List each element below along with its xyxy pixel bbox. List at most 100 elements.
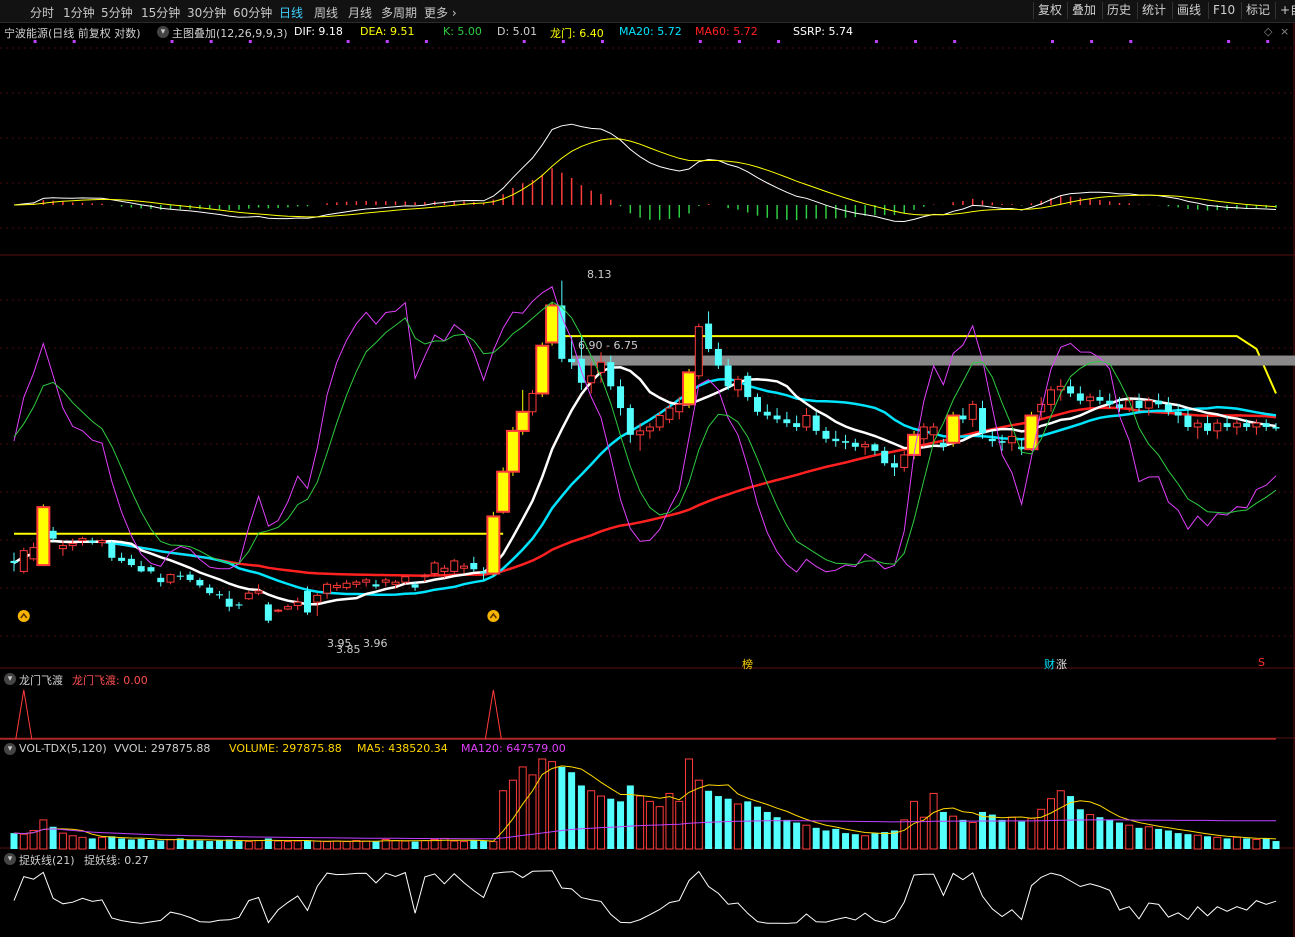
candle-down bbox=[480, 571, 488, 574]
candle-down bbox=[1184, 415, 1192, 428]
volume-bar-down bbox=[206, 841, 214, 849]
candle-down bbox=[881, 450, 889, 464]
volume-bar-down bbox=[1155, 828, 1163, 849]
volume-bar-up bbox=[900, 819, 909, 850]
candle-up bbox=[1232, 422, 1241, 428]
candle-up bbox=[802, 415, 811, 428]
volume-bar-down bbox=[754, 806, 762, 849]
volume-bar-up bbox=[166, 838, 175, 850]
candle-limit-up bbox=[36, 506, 51, 567]
vvol-value: VVOL: 297875.88 bbox=[114, 742, 211, 755]
candle-down bbox=[979, 408, 987, 434]
signal-dot bbox=[170, 40, 174, 43]
candle-down bbox=[988, 438, 996, 442]
candle-down bbox=[754, 397, 762, 412]
candle-down bbox=[607, 362, 615, 387]
volume-bar-up bbox=[1232, 836, 1241, 850]
vol-ma5-value: MA5: 438520.34 bbox=[357, 742, 448, 755]
candle-up bbox=[929, 426, 938, 436]
volume-bar-up bbox=[39, 819, 48, 850]
candle-down bbox=[206, 587, 214, 594]
signal-dot bbox=[561, 40, 565, 43]
volume-bar-down bbox=[744, 801, 752, 849]
candle-down bbox=[558, 305, 566, 359]
candle-up bbox=[460, 565, 469, 569]
candle-down bbox=[108, 542, 116, 558]
volume-bar-down bbox=[303, 840, 311, 849]
candle-down bbox=[626, 408, 634, 435]
candle-down bbox=[832, 438, 840, 442]
kline-chart bbox=[0, 23, 1295, 937]
signal-dot bbox=[1266, 40, 1270, 43]
volume-bar-down bbox=[577, 785, 585, 849]
candle-up bbox=[283, 606, 292, 610]
volume-bar-up bbox=[78, 836, 87, 850]
volume-bar-down bbox=[1135, 827, 1143, 849]
volume-bar-up bbox=[655, 806, 664, 850]
candle-down bbox=[127, 558, 135, 566]
candle-up bbox=[166, 574, 175, 583]
tag-zhang[interactable]: 涨 bbox=[1056, 656, 1067, 672]
volume-bar-up bbox=[1007, 816, 1016, 850]
volume-bar-down bbox=[186, 840, 194, 849]
volume-bar-down bbox=[881, 832, 889, 849]
volume-bar-down bbox=[714, 796, 722, 849]
candle-up bbox=[313, 594, 322, 603]
volume-bar-up bbox=[391, 840, 400, 850]
volume-bar-down bbox=[1204, 836, 1212, 849]
volume-bar-down bbox=[49, 826, 57, 849]
volume-bar-down bbox=[1096, 817, 1104, 849]
volume-bar-down bbox=[724, 798, 732, 849]
candle-down bbox=[705, 323, 713, 349]
volume-bar-up bbox=[98, 836, 107, 850]
volume-bar-up bbox=[274, 840, 283, 850]
candle-down bbox=[744, 375, 752, 398]
volume-bar-down bbox=[225, 839, 233, 849]
volume-bar-up bbox=[244, 841, 253, 850]
candle-up bbox=[587, 375, 596, 384]
volume-bar-up bbox=[489, 841, 498, 850]
volume-bar-up bbox=[68, 835, 77, 850]
low-label-c: 3.85 bbox=[336, 643, 361, 656]
volume-bar-up bbox=[1125, 824, 1134, 850]
candle-up bbox=[381, 579, 390, 583]
volume-bar-up bbox=[596, 795, 605, 850]
volume-bar-up bbox=[675, 800, 684, 850]
candle-limit-up bbox=[496, 470, 511, 513]
candle-down bbox=[235, 604, 243, 606]
volume-bar-up bbox=[323, 841, 332, 850]
volume-bar-up bbox=[968, 822, 977, 850]
longmen-panel-value: 龙门飞渡: 0.00 bbox=[72, 674, 148, 687]
candle-up bbox=[645, 426, 654, 432]
chevron-down-icon[interactable]: ▾ bbox=[4, 673, 16, 685]
chevron-down-icon[interactable]: ▾ bbox=[4, 853, 16, 865]
candle-down bbox=[812, 415, 820, 431]
candle-up bbox=[665, 407, 674, 420]
d-line bbox=[13, 301, 1277, 566]
longmen-panel-title: 龙门飞渡 bbox=[19, 674, 63, 687]
volume-bar-down bbox=[617, 801, 625, 849]
volume-bar-up bbox=[342, 841, 351, 850]
volume-bar-down bbox=[1106, 819, 1114, 849]
volume-bar-down bbox=[822, 830, 830, 849]
volume-bar-up bbox=[587, 790, 596, 850]
candle-down bbox=[1262, 423, 1270, 428]
tag-cai[interactable]: 财 bbox=[1044, 656, 1055, 672]
volume-bar-down bbox=[10, 833, 18, 849]
candle-limit-up bbox=[946, 414, 961, 444]
candle-down bbox=[10, 560, 18, 563]
volume-bar-up bbox=[332, 840, 341, 850]
tag-bang[interactable]: 榜 bbox=[742, 656, 753, 672]
candle-up bbox=[636, 430, 645, 436]
low-label-b: 3.96 bbox=[363, 637, 388, 650]
volume-bar-down bbox=[568, 772, 576, 849]
chevron-down-icon[interactable]: ▾ bbox=[4, 743, 16, 755]
candle-down bbox=[890, 463, 898, 468]
volume-bar-down bbox=[959, 819, 967, 849]
tag-s[interactable]: S bbox=[1258, 656, 1265, 669]
longmen-spike bbox=[484, 689, 502, 740]
candle-up bbox=[1046, 389, 1055, 405]
candle-down bbox=[763, 411, 771, 416]
volume-bar-down bbox=[851, 834, 859, 849]
candle-down bbox=[793, 423, 801, 428]
